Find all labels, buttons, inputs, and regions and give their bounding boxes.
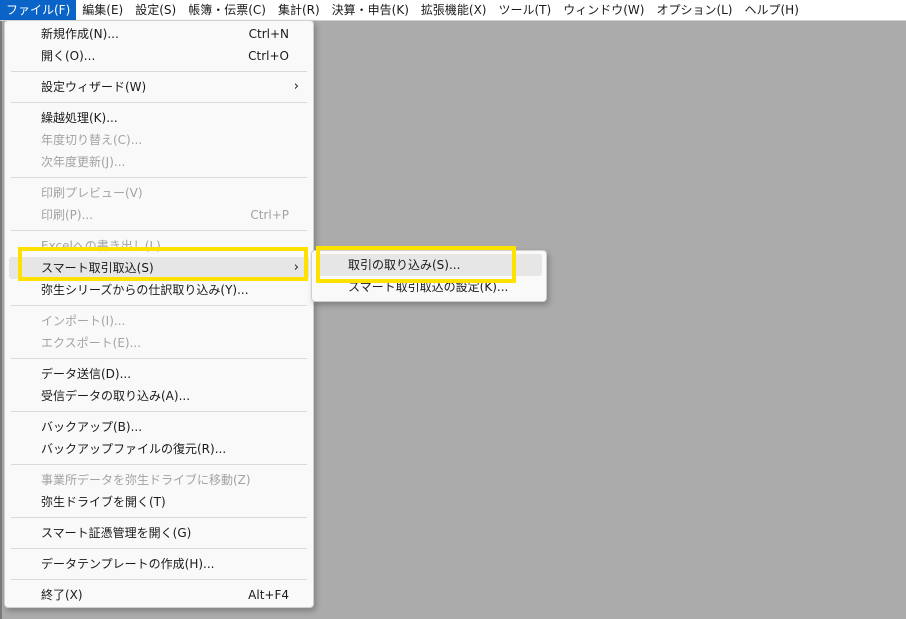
- menu-item-export: エクスポート(E)...: [9, 332, 309, 354]
- shortcut-label: Ctrl+N: [248, 27, 289, 41]
- shortcut-label: Ctrl+P: [250, 208, 289, 222]
- menu-separator: [11, 102, 307, 103]
- menu-item-label: 年度切り替え(C)...: [41, 133, 143, 147]
- menu-item-import: インポート(I)...: [9, 310, 309, 332]
- menu-item-excel-export: Excelへの書き出し(L)...: [9, 235, 309, 257]
- menu-item-label: バックアップ(B)...: [41, 420, 143, 434]
- menu-item-label: 設定ウィザード(W): [41, 80, 147, 94]
- menu-item-restore[interactable]: バックアップファイルの復元(R)...: [9, 438, 309, 460]
- menu-separator: [11, 517, 307, 518]
- menu-item-data-send[interactable]: データ送信(D)...: [9, 363, 309, 385]
- menu-item-move-to-drive: 事業所データを弥生ドライブに移動(Z): [9, 469, 309, 491]
- menu-item-exit[interactable]: 終了(X) Alt+F4: [9, 584, 309, 606]
- menubar-settings[interactable]: 設定(S): [129, 0, 182, 20]
- menubar-extensions[interactable]: 拡張機能(X): [415, 0, 493, 20]
- menu-bar: ファイル(F) 編集(E) 設定(S) 帳簿・伝票(C) 集計(R) 決算・申告…: [0, 0, 906, 21]
- menu-item-label: 次年度更新(J)...: [41, 155, 126, 169]
- menu-item-label: スマート証憑管理を開く(G): [41, 526, 192, 540]
- menu-item-setup-wizard[interactable]: 設定ウィザード(W) ›: [9, 76, 309, 98]
- menubar-edit[interactable]: 編集(E): [76, 0, 129, 20]
- menu-item-label: Excelへの書き出し(L)...: [41, 239, 173, 253]
- menu-separator: [11, 411, 307, 412]
- window-edge: [0, 21, 2, 619]
- menubar-options[interactable]: オプション(L): [650, 0, 738, 20]
- smart-import-submenu: 取引の取り込み(S)... スマート取引取込の設定(K)...: [311, 250, 547, 302]
- menu-item-label: データ送信(D)...: [41, 367, 132, 381]
- menu-item-new[interactable]: 新規作成(N)... Ctrl+N: [9, 23, 309, 45]
- menu-separator: [11, 464, 307, 465]
- menu-item-open[interactable]: 開く(O)... Ctrl+O: [9, 45, 309, 67]
- menu-item-smart-import[interactable]: スマート取引取込(S) ›: [9, 257, 309, 279]
- menu-item-backup[interactable]: バックアップ(B)...: [9, 416, 309, 438]
- menu-item-next-year-update: 次年度更新(J)...: [9, 151, 309, 173]
- menu-item-received-import[interactable]: 受信データの取り込み(A)...: [9, 385, 309, 407]
- menu-item-label: 繰越処理(K)...: [41, 111, 118, 125]
- menu-item-year-switch: 年度切り替え(C)...: [9, 129, 309, 151]
- menu-item-label: スマート取引取込(S): [41, 261, 154, 275]
- menu-item-print: 印刷(P)... Ctrl+P: [9, 204, 309, 226]
- menu-item-label: 印刷プレビュー(V): [41, 186, 143, 200]
- menubar-tools[interactable]: ツール(T): [493, 0, 558, 20]
- menu-separator: [11, 358, 307, 359]
- menu-separator: [11, 177, 307, 178]
- menu-item-label: 印刷(P)...: [41, 208, 94, 222]
- menu-item-label: 取引の取り込み(S)...: [348, 258, 461, 272]
- menu-item-print-preview: 印刷プレビュー(V): [9, 182, 309, 204]
- menubar-summary[interactable]: 集計(R): [272, 0, 326, 20]
- menu-item-label: 新規作成(N)...: [41, 27, 119, 41]
- menu-item-carry-forward[interactable]: 繰越処理(K)...: [9, 107, 309, 129]
- menu-item-import-transactions[interactable]: 取引の取り込み(S)...: [316, 254, 542, 276]
- menu-separator: [11, 230, 307, 231]
- menu-separator: [11, 305, 307, 306]
- menu-item-label: バックアップファイルの復元(R)...: [41, 442, 227, 456]
- menubar-closing[interactable]: 決算・申告(K): [326, 0, 415, 20]
- file-menu: 新規作成(N)... Ctrl+N 開く(O)... Ctrl+O 設定ウィザー…: [4, 20, 314, 608]
- menu-item-label: 受信データの取り込み(A)...: [41, 389, 191, 403]
- chevron-right-icon: ›: [293, 79, 299, 94]
- menu-item-label: データテンプレートの作成(H)...: [41, 557, 215, 571]
- shortcut-label: Ctrl+O: [248, 49, 289, 63]
- menu-item-label: 開く(O)...: [41, 49, 96, 63]
- menubar-window[interactable]: ウィンドウ(W): [557, 0, 650, 20]
- menu-item-import-settings[interactable]: スマート取引取込の設定(K)...: [316, 276, 542, 298]
- menu-item-open-drive[interactable]: 弥生ドライブを開く(T): [9, 491, 309, 513]
- menu-item-label: 事業所データを弥生ドライブに移動(Z): [41, 473, 251, 487]
- menu-item-label: エクスポート(E)...: [41, 336, 142, 350]
- menu-item-yayoi-import[interactable]: 弥生シリーズからの仕訳取り込み(Y)...: [9, 279, 309, 301]
- shortcut-label: Alt+F4: [248, 588, 289, 602]
- menu-item-label: 弥生シリーズからの仕訳取り込み(Y)...: [41, 283, 249, 297]
- menu-item-label: インポート(I)...: [41, 314, 126, 328]
- menubar-help[interactable]: ヘルプ(H): [739, 0, 805, 20]
- menu-item-smart-evidence[interactable]: スマート証憑管理を開く(G): [9, 522, 309, 544]
- menu-separator: [11, 579, 307, 580]
- menu-separator: [11, 71, 307, 72]
- menu-item-label: スマート取引取込の設定(K)...: [348, 280, 509, 294]
- menubar-file[interactable]: ファイル(F): [0, 0, 77, 20]
- menu-separator: [11, 548, 307, 549]
- menu-item-data-template[interactable]: データテンプレートの作成(H)...: [9, 553, 309, 575]
- menu-item-label: 終了(X): [41, 588, 83, 602]
- menubar-ledger[interactable]: 帳簿・伝票(C): [182, 0, 272, 20]
- menu-item-label: 弥生ドライブを開く(T): [41, 495, 166, 509]
- chevron-right-icon: ›: [293, 260, 299, 275]
